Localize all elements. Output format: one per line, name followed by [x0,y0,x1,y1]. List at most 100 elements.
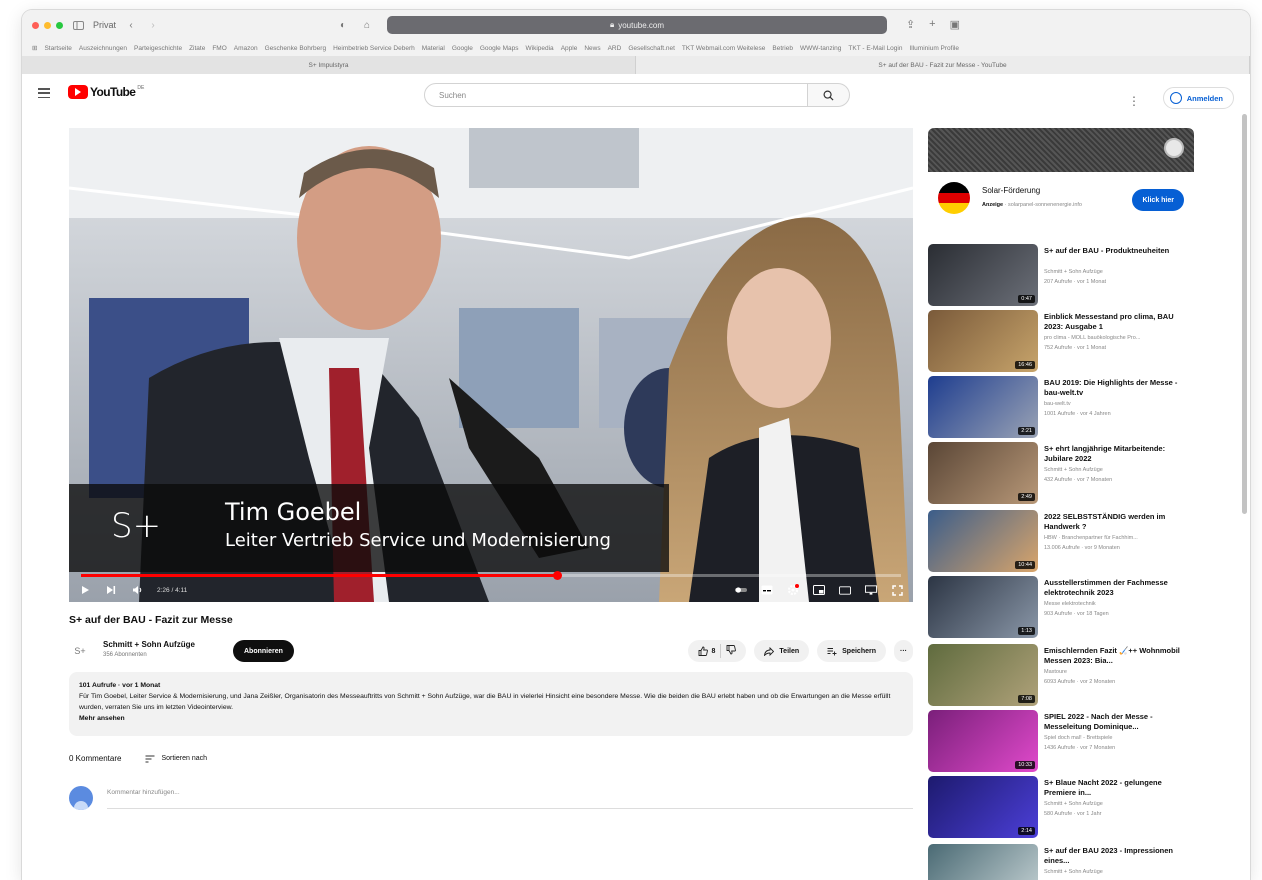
channel-name[interactable]: Schmitt + Sohn Aufzüge [103,640,195,649]
recommendation-title[interactable]: Ausstellerstimmen der Fachmesse elektrot… [1044,578,1194,598]
favorite-link[interactable]: Material [422,45,445,52]
favorite-link[interactable]: TKT Webmail.com Weitelese [682,45,765,52]
menu-icon[interactable] [38,88,50,98]
recommendation-channel[interactable]: pro clima - MOLL bauökologische Pro... [1044,335,1140,341]
favorite-link[interactable]: Auszeichnungen [79,45,127,52]
recommendation-channel[interactable]: Schmitt + Sohn Aufzüge [1044,801,1103,807]
favorite-link[interactable]: Google [452,45,473,52]
recommendation-item[interactable]: 1:13 Ausstellerstimmen der Fachmesse elek… [928,576,1194,638]
recommendation-thumbnail[interactable] [928,844,1038,880]
ad-cta-button[interactable]: Klick hier [1132,189,1184,211]
subscribe-button[interactable]: Abonnieren [233,640,294,662]
recommendation-title[interactable]: S+ auf der BAU 2023 - Impressionen eines… [1044,846,1194,866]
favorite-link[interactable]: Google Maps [480,45,519,52]
recommendation-thumbnail[interactable]: 16:46 [928,310,1038,372]
tab-0[interactable]: S+ Impulstyra [22,56,636,74]
more-actions-button[interactable]: ··· [894,640,913,662]
recommendation-thumbnail[interactable]: 7:08 [928,644,1038,706]
favorite-link[interactable]: Betrieb [772,45,793,52]
ad-title[interactable]: Solar-Förderung [982,186,1040,195]
theater-mode-icon[interactable] [839,585,851,595]
favorites-grid-icon[interactable]: ⊞ [32,44,37,52]
recommendation-thumbnail[interactable]: 1:13 [928,576,1038,638]
recommendation-channel[interactable]: Schmitt + Sohn Aufzüge [1044,269,1103,275]
recommendation-item[interactable]: 10:33 SPIEL 2022 - Nach der Messe - Messe… [928,710,1194,772]
recommendation-title[interactable]: S+ Blaue Nacht 2022 - gelungene Premiere… [1044,778,1194,798]
settings-dots-icon[interactable]: ⋮ [1128,94,1140,108]
favorite-link[interactable]: Amazon [234,45,258,52]
description-box[interactable]: 101 Aufrufe · vor 1 Monat Für Tim Goebel… [69,672,913,736]
dislike-button[interactable] [726,645,737,657]
miniplayer-icon[interactable] [813,585,825,595]
search-input[interactable]: Suchen [424,83,808,107]
ad-info-icon[interactable] [1164,138,1184,158]
sidebar-toggle-icon[interactable] [71,18,85,32]
recommendation-item[interactable]: 10:44 2022 SELBSTSTÄNDIG werden im Handwe… [928,510,1194,572]
comment-input[interactable]: Kommentar hinzufügen... [107,789,180,796]
recommendation-thumbnail[interactable]: 10:33 [928,710,1038,772]
fullscreen-icon[interactable] [891,584,903,596]
recommendation-item[interactable]: S+ auf der BAU 2023 - Impressionen eines… [928,844,1194,880]
back-icon[interactable]: ‹ [124,18,138,32]
favorite-link[interactable]: Zitate [189,45,205,52]
favorite-link[interactable]: Heimbetrieb Service Deberh [333,45,415,52]
recommendation-thumbnail[interactable]: 2:14 [928,776,1038,838]
recommendation-item[interactable]: 7:08 Emischlernden Fazit 🏑++ Wohnmobil Me… [928,644,1194,706]
video-player[interactable]: S+ Tim Goebel Leiter Vertrieb Service un… [69,128,913,602]
privacy-shield-icon[interactable]: ◐ [336,18,350,32]
tab-overview-icon[interactable]: ▣ [950,18,960,31]
favorite-link[interactable]: Illuminium Profile [909,45,959,52]
favorite-link[interactable]: Geschenke Bohrberg [265,45,326,52]
favorite-link[interactable]: Parteigeschichte [134,45,182,52]
recommendation-title[interactable]: Einblick Messestand pro clima, BAU 2023:… [1044,312,1194,332]
recommendation-item[interactable]: 2:21 BAU 2019: Die Highlights der Messe -… [928,376,1194,438]
recommendation-thumbnail[interactable]: 2:21 [928,376,1038,438]
recommendation-title[interactable]: Emischlernden Fazit 🏑++ Wohnmobil Messen… [1044,646,1194,666]
cast-icon[interactable] [865,585,877,595]
favorite-link[interactable]: Gesellschaft.net [628,45,675,52]
close-window-button[interactable] [32,21,39,29]
new-tab-icon[interactable]: + [929,18,935,31]
like-button[interactable]: 8 [698,646,715,656]
sidebar-ad[interactable]: Solar-Förderung Anzeige · solarpanel-son… [928,128,1194,224]
recommendation-item[interactable]: 0:47 S+ auf der BAU - Produktneuheiten Sch… [928,244,1194,306]
search-button[interactable] [808,83,850,107]
autoplay-toggle-icon[interactable] [735,585,747,595]
page-scrollbar[interactable] [1242,114,1247,514]
play-icon[interactable] [79,585,91,595]
recommendation-channel[interactable]: bau-welt.tv [1044,401,1071,407]
favorite-link[interactable]: Apple [561,45,578,52]
recommendation-channel[interactable]: Schmitt + Sohn Aufzüge [1044,869,1103,875]
progress-bar[interactable] [81,571,901,580]
recommendation-thumbnail[interactable]: 2:49 [928,442,1038,504]
recommendation-title[interactable]: 2022 SELBSTSTÄNDIG werden im Handwerk ? [1044,512,1194,532]
favorite-link[interactable]: TKT - E-Mail Login [848,45,902,52]
signin-button[interactable]: Anmelden [1162,87,1234,109]
recommendation-title[interactable]: S+ ehrt langjährige Mitarbeitende: Jubil… [1044,444,1194,464]
favorite-link[interactable]: WWW-tanzing [800,45,841,52]
subtitles-icon[interactable] [761,585,773,595]
favorite-link[interactable]: ARD [608,45,622,52]
recommendation-title[interactable]: S+ auf der BAU - Produktneuheiten [1044,246,1194,256]
recommendation-channel[interactable]: Spiel doch mal! - Brettspiele [1044,735,1112,741]
forward-icon[interactable]: › [146,18,160,32]
recommendation-thumbnail[interactable]: 10:44 [928,510,1038,572]
recommendation-item[interactable]: 2:14 S+ Blaue Nacht 2022 - gelungene Prem… [928,776,1194,838]
youtube-logo[interactable]: YouTube DE [68,85,144,99]
volume-icon[interactable] [131,585,143,595]
recommendation-title[interactable]: BAU 2019: Die Highlights der Messe - bau… [1044,378,1194,398]
favorite-link[interactable]: Wikipedia [526,45,554,52]
address-bar[interactable]: 🔒︎ youtube.com [387,16,887,34]
home-icon[interactable]: ⌂ [360,18,374,32]
profile-label[interactable]: Privat [93,20,116,30]
favorite-link[interactable]: Startseite [44,45,71,52]
favorite-link[interactable]: FMO [212,45,226,52]
share-icon[interactable]: ⇪ [906,18,915,31]
next-icon[interactable] [105,585,117,595]
recommendation-item[interactable]: 16:46 Einblick Messestand pro clima, BAU … [928,310,1194,372]
channel-logo[interactable]: S+ [69,640,91,662]
recommendation-title[interactable]: SPIEL 2022 - Nach der Messe - Messeleitu… [1044,712,1194,732]
recommendation-channel[interactable]: HBW · Branchenpartner für Fachhim... [1044,535,1138,541]
recommendation-thumbnail[interactable]: 0:47 [928,244,1038,306]
save-button[interactable]: Speichern [817,640,886,662]
